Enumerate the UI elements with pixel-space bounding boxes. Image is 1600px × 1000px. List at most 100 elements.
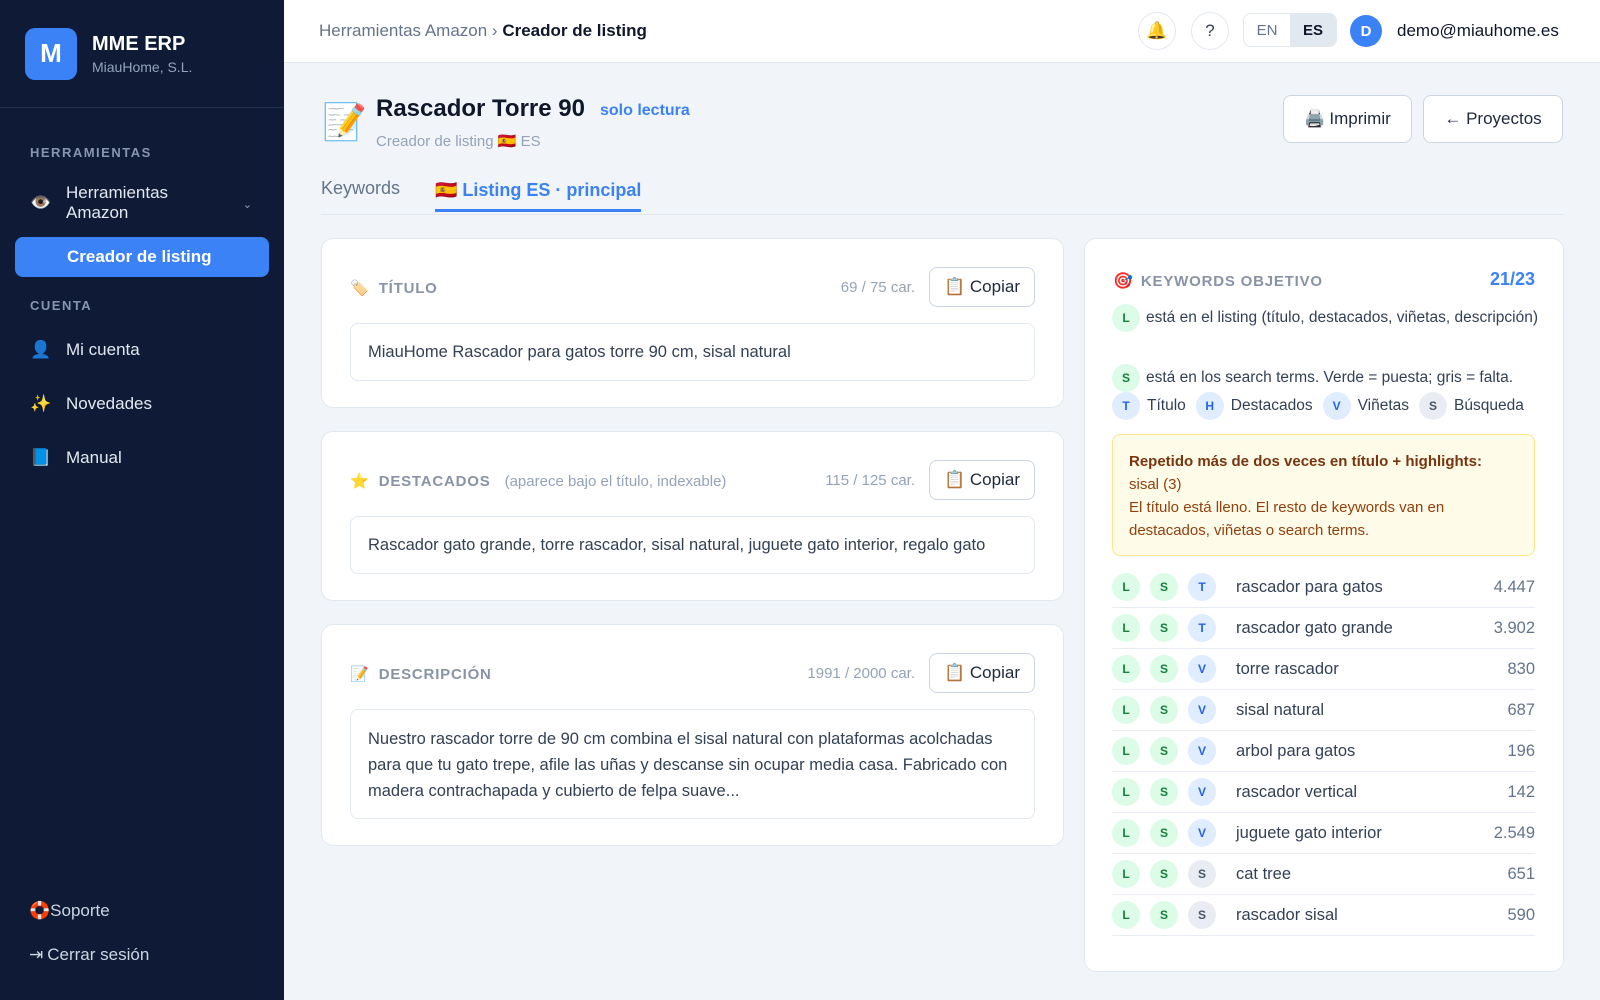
keyword-row: L S Scat tree 651 [1112, 854, 1535, 895]
keyword-row: L S Srascador sisal 590 [1112, 895, 1535, 936]
copy-title-button[interactable]: 📋 Copiar [929, 267, 1035, 307]
chip-search: S [1112, 363, 1140, 392]
keyword-volume: 196 [1507, 741, 1535, 760]
logout-icon: ⇥ [29, 945, 44, 964]
notifications-button[interactable]: 🔔 [1138, 12, 1176, 50]
highlights-field[interactable]: Rascador gato grande, torre rascador, si… [350, 516, 1035, 574]
keyword-term: torre rascador [1236, 659, 1339, 678]
copy-description-button[interactable]: 📋 Copiar [929, 653, 1035, 693]
keyword-row: L S Vsisal natural 687 [1112, 690, 1535, 731]
sidebar-item-listing-creator[interactable]: Creador de listing [15, 237, 269, 277]
chip-location: V [1188, 696, 1216, 724]
title-char-count: 69 / 75 car. [840, 279, 915, 296]
description-card-header: 📝 DESCRIPCIÓN [350, 665, 492, 684]
user-icon: 👤 [30, 340, 52, 359]
description-field[interactable]: Nuestro rascador torre de 90 cm combina … [350, 709, 1035, 819]
bell-icon: 🔔 [1146, 21, 1168, 40]
breadcrumb-parent[interactable]: Herramientas Amazon [319, 21, 487, 40]
keyword-volume: 142 [1507, 782, 1535, 801]
lifebuoy-icon: 🛟 [29, 901, 51, 920]
chip-listing: L [1112, 573, 1140, 601]
title-card-header: 🏷️ TÍTULO [350, 279, 438, 298]
sparkles-icon: ✨ [30, 394, 52, 413]
sidebar-item-label: Manual [66, 448, 122, 467]
chip-search: S [1150, 696, 1178, 724]
location-legend: T Título H Destacados V Viñetas S Búsqueda [1112, 392, 1534, 420]
sidebar-item-label: Novedades [66, 394, 153, 413]
sidebar-item-label: Mi cuenta [66, 340, 140, 359]
keyword-term: rascador para gatos [1236, 577, 1383, 596]
title-card: 🏷️ TÍTULO 69 / 75 car. 📋 Copiar MiauHome… [321, 238, 1064, 408]
keyword-volume: 830 [1507, 659, 1535, 678]
star-icon: ⭐ [350, 473, 369, 490]
chip-search: S [1150, 901, 1178, 929]
tab-listing-es[interactable]: 🇪🇸 Listing ES · principal [435, 180, 642, 212]
brand-name: MME ERP [92, 32, 186, 55]
sidebar-item-amazon-tools[interactable]: 👁️ Herramientas Amazon [0, 182, 226, 224]
chip-listing: L [1112, 901, 1140, 929]
chip-location: V [1188, 737, 1216, 765]
sidebar-item-manual[interactable]: 📘 Manual [0, 445, 152, 471]
chip-location: T [1188, 614, 1216, 642]
chip-search: S [1150, 778, 1178, 806]
warning-text: El título está lleno. El resto de keywor… [1129, 499, 1445, 539]
chip-location: V [1188, 819, 1216, 847]
keyword-term: rascador sisal [1236, 905, 1338, 924]
sidebar-item-news[interactable]: ✨ Novedades [0, 391, 182, 417]
keyword-volume: 687 [1507, 700, 1535, 719]
support-label: Soporte [50, 901, 110, 920]
breadcrumb-current: Creador de listing [502, 21, 647, 40]
legend-search-terms: Sestá en los search terms. Verde = puest… [1112, 363, 1552, 393]
page-title: Rascador Torre 90 [376, 95, 585, 122]
keyword-term: rascador vertical [1236, 782, 1358, 801]
title-field[interactable]: MiauHome Rascador para gatos torre 90 cm… [350, 323, 1035, 381]
memo-icon: 📝 [322, 101, 367, 142]
keyword-row: L S Vjuguete gato interior 2.549 [1112, 813, 1535, 854]
help-button[interactable]: ? [1191, 12, 1229, 50]
chip-location: V [1188, 778, 1216, 806]
print-button[interactable]: 🖨️ Imprimir [1283, 95, 1412, 143]
chip-listing: L [1112, 655, 1140, 683]
description-char-count: 1991 / 2000 car. [807, 665, 915, 682]
keyword-term: arbol para gatos [1236, 741, 1356, 760]
legend-listing-text: está en el listing (título, destacados, … [1146, 309, 1539, 326]
legend-label: Viñetas [1357, 397, 1410, 414]
support-link[interactable]: 🛟 Soporte [29, 901, 110, 921]
chip-location: V [1322, 392, 1351, 420]
chip-location: H [1195, 392, 1224, 420]
logout-link[interactable]: ⇥ Cerrar sesión [29, 945, 149, 965]
keyword-volume: 590 [1507, 905, 1535, 924]
lang-es-button[interactable]: ES [1290, 14, 1336, 46]
eye-icon: 👁️ [30, 193, 52, 212]
keyword-term: rascador gato grande [1236, 618, 1393, 637]
copy-highlights-button[interactable]: 📋 Copiar [929, 460, 1035, 500]
repetition-warning: Repetido más de dos veces en título + hi… [1112, 434, 1535, 556]
keyword-term: sisal natural [1236, 700, 1325, 719]
chip-search: S [1150, 614, 1178, 642]
user-email[interactable]: demo@miauhome.es [1397, 21, 1559, 41]
page-subtitle: Creador de listing 🇪🇸 ES [376, 133, 541, 150]
brand: M MME ERP MiauHome, S.L. [0, 0, 284, 108]
keyword-volume: 4.447 [1493, 577, 1535, 596]
keyword-row: L S Vtorre rascador 830 [1112, 649, 1535, 690]
tab-keywords[interactable]: Keywords [321, 178, 400, 199]
sidebar-item-my-account[interactable]: 👤 Mi cuenta [0, 337, 170, 363]
warning-title: Repetido más de dos veces en título + hi… [1129, 453, 1482, 470]
target-icon: 🎯 [1113, 273, 1133, 290]
chip-listing: L [1112, 819, 1140, 847]
logout-label: Cerrar sesión [47, 945, 150, 964]
chip-listing: L [1112, 696, 1140, 724]
avatar[interactable]: D [1350, 15, 1382, 47]
highlights-card-header: ⭐ DESTACADOS (aparece bajo el título, in… [350, 472, 726, 491]
keywords-panel: 🎯 KEYWORDS OBJETIVO 21/23 Lestá en el li… [1084, 238, 1564, 972]
top-header: Herramientas Amazon › Creador de listing… [284, 0, 1600, 63]
legend-label: Título [1147, 397, 1186, 414]
keywords-score: 21/23 [1489, 269, 1535, 289]
keywords-panel-header: 🎯 KEYWORDS OBJETIVO [1113, 271, 1323, 291]
nav-section-account: CUENTA [30, 298, 93, 313]
chip-search: S [1150, 573, 1178, 601]
chip-listing: L [1112, 778, 1140, 806]
projects-button[interactable]: ← Proyectos [1423, 95, 1563, 143]
lang-en-button[interactable]: EN [1244, 14, 1290, 46]
chevron-down-icon[interactable]: ⌄ [243, 198, 252, 211]
